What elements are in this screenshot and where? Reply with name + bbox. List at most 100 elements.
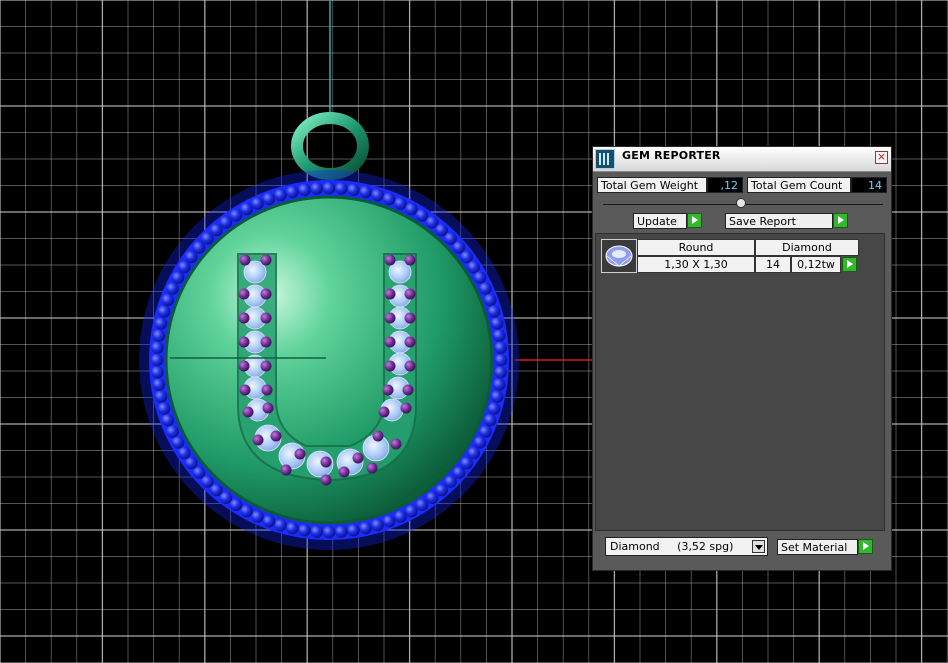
gem-row-count: 14: [755, 256, 791, 273]
prong: [390, 438, 402, 450]
bezel-bead: [347, 183, 360, 197]
prong: [238, 312, 250, 324]
bezel-bead: [382, 514, 396, 528]
bezel-bead: [151, 341, 164, 355]
set-material-arrow-icon[interactable]: [858, 539, 873, 554]
prong: [404, 336, 416, 348]
bezel-bead: [240, 504, 253, 518]
total-gem-count-label: Total Gem Count: [747, 177, 851, 193]
prong: [378, 406, 390, 418]
bezel-bead: [494, 341, 507, 355]
prong: [384, 336, 396, 348]
bezel-bead: [467, 260, 481, 274]
bezel-bead: [490, 390, 504, 403]
total-gem-weight-value: ,12: [707, 177, 743, 193]
material-select-value: Diamond (3,52 spg): [610, 540, 734, 553]
gem-row-arrow-icon[interactable]: [842, 257, 857, 272]
prong: [238, 288, 250, 300]
bezel-bead: [487, 402, 501, 415]
close-icon[interactable]: ×: [875, 151, 888, 164]
bezel-bead: [347, 523, 360, 537]
prong: [404, 312, 416, 324]
bezel-bead: [405, 202, 418, 216]
prong: [384, 360, 396, 372]
prong: [320, 474, 332, 486]
bezel-bead: [473, 436, 487, 449]
bezel-bead: [382, 192, 396, 206]
prong: [384, 312, 396, 324]
save-report-arrow-icon[interactable]: [833, 213, 848, 228]
prong: [239, 254, 251, 266]
prong: [238, 336, 250, 348]
bezel-bead: [298, 183, 311, 197]
save-report-button[interactable]: Save Report: [725, 213, 833, 229]
bezel-bead: [151, 366, 164, 379]
bezel-bead: [415, 498, 429, 512]
prong: [384, 288, 396, 300]
prong: [260, 288, 272, 300]
bezel-bead: [157, 402, 171, 415]
bezel-bead: [483, 413, 497, 427]
bezel-bead: [394, 510, 407, 523]
prong: [260, 254, 272, 266]
bezel-bead: [161, 293, 175, 307]
bezel-bead: [274, 518, 287, 532]
prong: [260, 312, 272, 324]
bezel-bead: [405, 504, 418, 518]
bezel-bead: [394, 197, 407, 210]
round-diamond-icon[interactable]: [601, 239, 637, 273]
prong: [366, 462, 378, 474]
bezel-bead: [154, 390, 168, 403]
bezel-bead: [152, 378, 166, 391]
bezel-bead: [335, 182, 348, 195]
bezel-bead: [171, 436, 185, 449]
prong: [400, 402, 412, 414]
save-report-button-label: Save Report: [729, 215, 796, 228]
set-material-button-label: Set Material: [781, 541, 848, 554]
prong: [242, 406, 254, 418]
update-arrow-icon[interactable]: [687, 213, 702, 228]
prong: [338, 466, 350, 478]
bezel-bead: [492, 378, 506, 391]
prong: [404, 288, 416, 300]
prong: [261, 384, 273, 396]
bezel-bead: [359, 521, 372, 535]
set-material-button[interactable]: Set Material: [777, 539, 858, 555]
update-button-label: Update: [637, 215, 677, 228]
bezel-bead: [359, 185, 372, 199]
gem-reporter-panel: GEM REPORTER × Total Gem Weight ,12 Tota…: [592, 146, 892, 571]
bezel-bead: [251, 510, 264, 523]
prong: [252, 434, 264, 446]
prong: [294, 448, 306, 460]
bezel-bead: [286, 521, 299, 535]
bezel-bead: [262, 514, 276, 528]
prong: [239, 384, 251, 396]
bezel-bead: [171, 271, 185, 284]
prong: [372, 430, 384, 442]
chevron-down-icon[interactable]: [752, 540, 765, 553]
panel-titlebar[interactable]: GEM REPORTER ×: [593, 147, 891, 172]
gem-list[interactable]: [595, 233, 885, 531]
prong: [404, 360, 416, 372]
prong: [260, 360, 272, 372]
bezel-bead: [286, 185, 299, 199]
panel-slider-knob[interactable]: [736, 198, 746, 208]
bezel-bead: [166, 282, 179, 295]
update-button[interactable]: Update: [633, 213, 687, 229]
bezel-bead: [154, 317, 168, 330]
bezel-bead: [322, 181, 336, 195]
bezel-bead: [473, 271, 487, 284]
bezel-bead: [166, 425, 179, 438]
bezel-bead: [240, 202, 253, 216]
gem-row-shape: Round: [637, 239, 755, 256]
bezel-bead: [487, 305, 501, 318]
pendant-model: [139, 112, 519, 550]
prong: [404, 254, 416, 266]
bezel-bead: [371, 188, 384, 202]
prong: [270, 430, 282, 442]
bezel-bead: [479, 425, 492, 438]
bezel-bead: [310, 182, 324, 195]
gem-row-material: Diamond: [755, 239, 859, 256]
bezel-bead: [178, 446, 191, 460]
material-select[interactable]: Diamond (3,52 spg): [605, 537, 768, 556]
